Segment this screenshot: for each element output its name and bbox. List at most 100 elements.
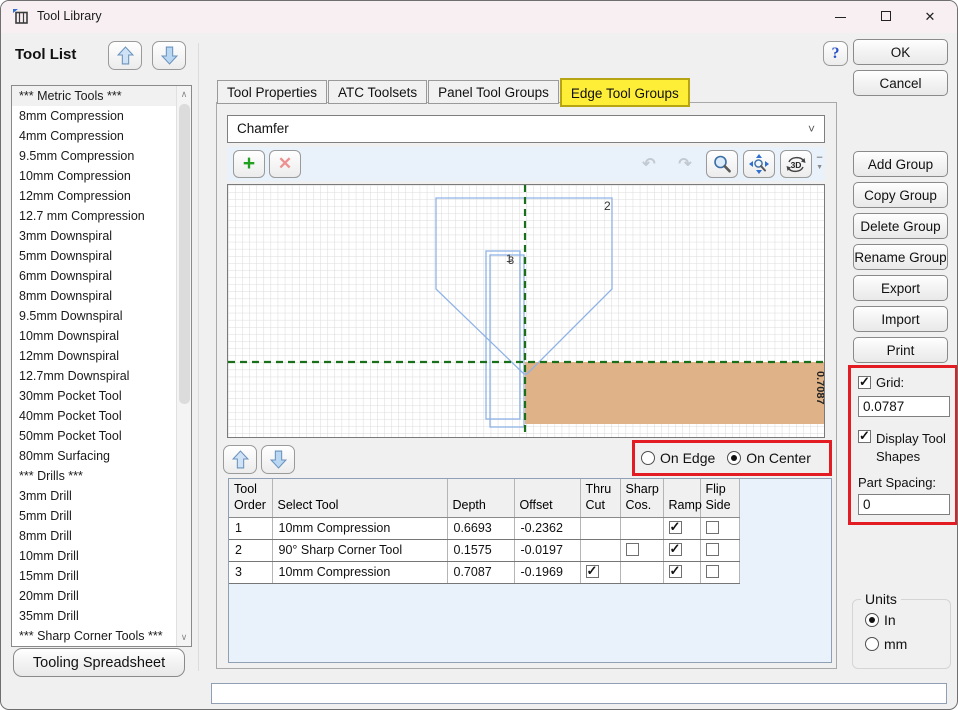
list-item[interactable]: *** Metric Tools *** xyxy=(12,86,176,106)
ok-button[interactable]: OK xyxy=(853,39,948,65)
scroll-down-icon[interactable]: ∨ xyxy=(177,632,191,643)
tool-list-scrollbar[interactable]: ∧ ∨ xyxy=(176,86,191,646)
thru-cut-cell[interactable] xyxy=(580,539,620,561)
list-item[interactable]: 10mm Drill xyxy=(12,546,176,566)
grid-size-input[interactable] xyxy=(858,396,950,417)
list-item[interactable]: 30mm Pocket Tool xyxy=(12,386,176,406)
list-item[interactable]: 12.7 mm Compression xyxy=(12,206,176,226)
maximize-button[interactable] xyxy=(865,1,907,33)
list-item[interactable]: 8mm Drill xyxy=(12,526,176,546)
list-item[interactable]: 3mm Drill xyxy=(12,486,176,506)
delete-tool-button[interactable]: ✕ xyxy=(269,150,301,178)
sharp-cos-cell[interactable] xyxy=(620,517,663,539)
list-item[interactable]: 5mm Downspiral xyxy=(12,246,176,266)
list-item[interactable]: 9.5mm Compression xyxy=(12,146,176,166)
tab-edge-tool-groups[interactable]: Edge Tool Groups xyxy=(560,78,690,107)
ramp-checkbox[interactable] xyxy=(669,521,682,534)
tab-tool-properties[interactable]: Tool Properties xyxy=(217,80,327,104)
ramp-checkbox[interactable] xyxy=(669,543,682,556)
add-tool-button[interactable]: + xyxy=(233,150,265,178)
tool-cell[interactable]: 10mm Compression xyxy=(272,517,447,539)
offset-cell[interactable]: -0.0197 xyxy=(514,539,580,561)
flip-side-cell[interactable] xyxy=(700,561,739,583)
table-row[interactable]: 290° Sharp Corner Tool0.1575-0.0197 xyxy=(229,539,739,561)
flip-side-checkbox[interactable] xyxy=(706,543,719,556)
status-input[interactable] xyxy=(211,683,947,704)
list-item[interactable]: 40mm Pocket Tool xyxy=(12,406,176,426)
list-item[interactable]: 35mm Drill xyxy=(12,606,176,626)
cancel-button[interactable]: Cancel xyxy=(853,70,948,96)
list-item[interactable]: 80mm Surfacing xyxy=(12,446,176,466)
flip-side-checkbox[interactable] xyxy=(706,521,719,534)
depth-cell[interactable]: 0.6693 xyxy=(447,517,514,539)
tab-atc-toolsets[interactable]: ATC Toolsets xyxy=(328,80,427,104)
list-item[interactable]: 8mm Compression xyxy=(12,106,176,126)
tool-cell[interactable]: 90° Sharp Corner Tool xyxy=(272,539,447,561)
sharp-cos-cell[interactable] xyxy=(620,561,663,583)
thru-cut-checkbox[interactable] xyxy=(586,565,599,578)
tool-list-move-down-button[interactable] xyxy=(152,41,186,70)
tool-list-move-up-button[interactable] xyxy=(108,41,142,70)
order-cell[interactable]: 3 xyxy=(229,561,272,583)
sharp-cos-checkbox[interactable] xyxy=(626,543,639,556)
list-item[interactable]: *** Drills *** xyxy=(12,466,176,486)
tab-panel-tool-groups[interactable]: Panel Tool Groups xyxy=(428,80,559,104)
zoom-extents-button[interactable] xyxy=(743,150,775,178)
list-item[interactable]: 10mm Downspiral xyxy=(12,326,176,346)
edge-group-select[interactable]: Chamfer ˅ xyxy=(227,115,825,143)
offset-cell[interactable]: -0.1969 xyxy=(514,561,580,583)
ramp-cell[interactable] xyxy=(663,517,700,539)
tool-order-up-button[interactable] xyxy=(223,445,257,474)
tool-shape-canvas[interactable]: 0.7087 2 1 3 xyxy=(227,184,825,438)
flip-side-cell[interactable] xyxy=(700,517,739,539)
depth-cell[interactable]: 0.7087 xyxy=(447,561,514,583)
add-group-button[interactable]: Add Group xyxy=(853,151,948,177)
3d-view-button[interactable]: 3D xyxy=(780,150,812,178)
minimize-button[interactable] xyxy=(819,1,861,33)
ramp-cell[interactable] xyxy=(663,539,700,561)
thru-cut-cell[interactable] xyxy=(580,561,620,583)
list-item[interactable]: 6mm Downspiral xyxy=(12,266,176,286)
ramp-checkbox[interactable] xyxy=(669,565,682,578)
zoom-button[interactable] xyxy=(706,150,738,178)
list-item[interactable]: *** Sharp Corner Tools *** xyxy=(12,626,176,646)
scroll-up-icon[interactable]: ∧ xyxy=(177,89,191,100)
tooling-spreadsheet-button[interactable]: Tooling Spreadsheet xyxy=(13,648,185,677)
list-item[interactable]: 20mm Drill xyxy=(12,586,176,606)
list-item[interactable]: 9.5mm Downspiral xyxy=(12,306,176,326)
offset-cell[interactable]: -0.2362 xyxy=(514,517,580,539)
list-item[interactable]: 12.7mm Downspiral xyxy=(12,366,176,386)
list-item[interactable]: 12mm Downspiral xyxy=(12,346,176,366)
tool-order-down-button[interactable] xyxy=(261,445,295,474)
scrollbar-thumb[interactable] xyxy=(179,104,190,404)
tool-cell[interactable]: 10mm Compression xyxy=(272,561,447,583)
list-item[interactable]: 3mm Downspiral xyxy=(12,226,176,246)
order-cell[interactable]: 2 xyxy=(229,539,272,561)
undo-button[interactable]: ↶ xyxy=(633,150,665,178)
units-mm-radio[interactable] xyxy=(865,637,879,651)
on-center-radio[interactable] xyxy=(727,451,741,465)
close-button[interactable]: ✕ xyxy=(909,1,951,33)
rename-group-button[interactable]: Rename Group xyxy=(853,244,948,270)
depth-cell[interactable]: 0.1575 xyxy=(447,539,514,561)
table-row[interactable]: 110mm Compression0.6693-0.2362 xyxy=(229,517,739,539)
part-spacing-input[interactable] xyxy=(858,494,950,515)
flip-side-cell[interactable] xyxy=(700,539,739,561)
order-cell[interactable]: 1 xyxy=(229,517,272,539)
ramp-cell[interactable] xyxy=(663,561,700,583)
redo-button[interactable]: ↷ xyxy=(669,150,701,178)
delete-group-button[interactable]: Delete Group xyxy=(853,213,948,239)
sharp-cos-cell[interactable] xyxy=(620,539,663,561)
thru-cut-cell[interactable] xyxy=(580,517,620,539)
display-tool-shapes-checkbox[interactable] xyxy=(858,430,871,443)
copy-group-button[interactable]: Copy Group xyxy=(853,182,948,208)
export-button[interactable]: Export xyxy=(853,275,948,301)
units-in-radio[interactable] xyxy=(865,613,879,627)
list-item[interactable]: 10mm Compression xyxy=(12,166,176,186)
print-button[interactable]: Print xyxy=(853,337,948,363)
import-button[interactable]: Import xyxy=(853,306,948,332)
list-item[interactable]: 5mm Drill xyxy=(12,506,176,526)
list-item[interactable]: 8mm Downspiral xyxy=(12,286,176,306)
list-item[interactable]: 15mm Drill xyxy=(12,566,176,586)
toolbar-overflow-icon[interactable]: ▔▼ xyxy=(816,159,823,171)
